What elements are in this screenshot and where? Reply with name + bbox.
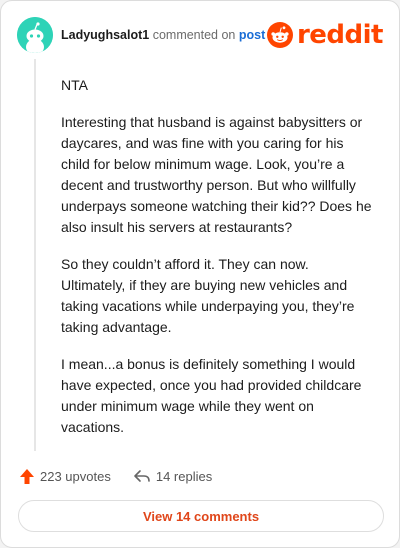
thread-line[interactable]: [34, 59, 36, 451]
reddit-snoo-icon: [266, 22, 293, 48]
username-link[interactable]: Ladyughsalot1: [61, 28, 149, 42]
comment-paragraph: I mean...a bonus is definitely something…: [61, 356, 362, 435]
view-comments-button[interactable]: View 14 comments: [18, 500, 384, 532]
comment-actions: 223 upvotes 14 replies: [19, 466, 234, 486]
reply-arrow-icon: [134, 470, 150, 482]
comment-paragraph: Interesting that husband is against baby…: [61, 114, 372, 235]
snoo-avatar-icon[interactable]: [17, 17, 53, 53]
comment-body: NTA Interesting that husband is against …: [61, 75, 373, 454]
comment-paragraph: NTA: [61, 77, 88, 93]
reply-count: 14 replies: [155, 468, 213, 484]
reddit-logo[interactable]: reddit: [266, 17, 384, 53]
comment-meta: Ladyughsalot1 commented on post: [61, 28, 265, 42]
comment-header: Ladyughsalot1 commented on post reddit: [17, 17, 384, 53]
commented-on-text: commented on: [152, 28, 236, 42]
comment-card: Ladyughsalot1 commented on post reddit N…: [0, 0, 400, 548]
comment-paragraph: So they couldn’t afford it. They can now…: [61, 256, 355, 335]
reddit-wordmark: reddit: [296, 20, 384, 50]
upvote-count: 223 upvotes: [40, 468, 111, 484]
reply-button[interactable]: 14 replies: [133, 469, 212, 484]
post-link[interactable]: post: [239, 28, 265, 42]
upvote-button[interactable]: 223 upvotes: [19, 468, 111, 485]
upvote-arrow-icon: [20, 468, 34, 484]
